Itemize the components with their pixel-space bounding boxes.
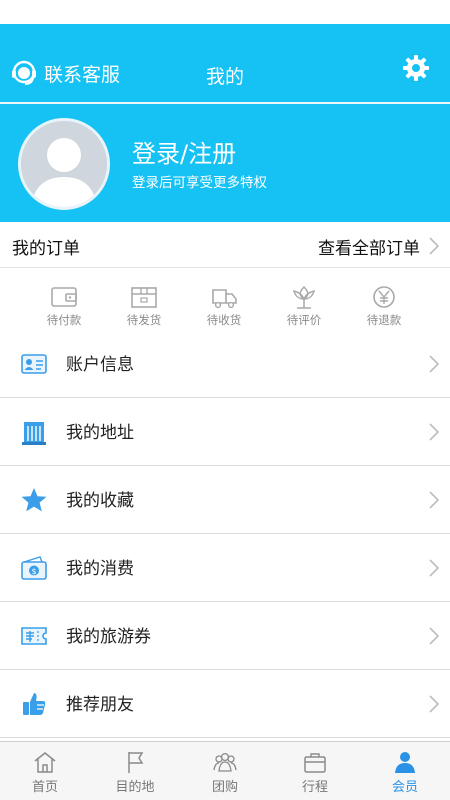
avatar[interactable]: [18, 118, 110, 210]
status-bar: [0, 0, 450, 24]
person-icon: [395, 752, 415, 773]
app-header: 联系客服 我的: [0, 24, 450, 102]
menu-item-account-info[interactable]: 账户信息: [0, 330, 450, 398]
building-icon: [22, 422, 46, 445]
gear-icon[interactable]: [402, 54, 430, 82]
home-icon: [34, 752, 56, 773]
refund-icon: [373, 286, 395, 308]
status-pending-shipment[interactable]: 待发货: [104, 284, 184, 328]
menu-label: 我的旅游券: [66, 627, 151, 647]
bottom-tab-bar: 首页 目的地 团购 行程 会员: [0, 741, 450, 800]
my-orders-row[interactable]: 我的订单 查看全部订单: [0, 222, 450, 268]
chevron-right-icon: [429, 695, 440, 713]
thumbs-up-icon: [23, 693, 46, 715]
status-pending-receipt[interactable]: 待收货: [184, 284, 264, 328]
chevron-right-icon: [429, 355, 440, 373]
suitcase-icon: [304, 753, 326, 773]
tab-label: 团购: [211, 780, 238, 795]
status-label: 待发货: [126, 313, 162, 327]
star-icon: [21, 488, 47, 512]
tab-group-buy[interactable]: 团购: [180, 750, 270, 795]
status-label: 待评价: [286, 313, 322, 327]
login-register-link[interactable]: 登录/注册: [132, 134, 236, 169]
menu-item-travel-coupons[interactable]: 我的旅游券: [0, 602, 450, 670]
menu-item-my-address[interactable]: 我的地址: [0, 398, 450, 466]
order-status-row: 待付款 待发货 待收货 待评价 待退款: [0, 284, 450, 332]
flower-icon: [292, 285, 316, 309]
member-menu-list: 账户信息 我的地址 我的收藏 $ 我的消费 我的旅游券 推荐朋友: [0, 330, 450, 738]
chevron-right-icon: [429, 423, 440, 441]
status-pending-refund[interactable]: 待退款: [344, 284, 424, 328]
status-pending-review[interactable]: 待评价: [264, 284, 344, 328]
flag-icon: [128, 752, 144, 773]
tab-label: 行程: [301, 780, 328, 795]
coupon-icon: [21, 627, 47, 645]
chevron-right-icon: [429, 237, 440, 255]
tab-itinerary[interactable]: 行程: [270, 750, 360, 795]
menu-item-favorites[interactable]: 我的收藏: [0, 466, 450, 534]
profile-banner[interactable]: 登录/注册 登录后可享受更多特权: [0, 102, 450, 222]
menu-label: 我的消费: [66, 559, 134, 579]
status-label: 待付款: [46, 313, 82, 327]
group-icon: [213, 752, 237, 772]
tab-home[interactable]: 首页: [0, 750, 90, 795]
view-all-orders-link[interactable]: 查看全部订单: [318, 234, 420, 259]
chevron-right-icon: [429, 559, 440, 577]
wallet-icon: [51, 287, 77, 307]
chevron-right-icon: [429, 491, 440, 509]
menu-item-recommend-friends[interactable]: 推荐朋友: [0, 670, 450, 738]
default-avatar-icon: [21, 121, 107, 207]
status-label: 待退款: [366, 313, 402, 327]
chevron-right-icon: [429, 627, 440, 645]
tab-destination[interactable]: 目的地: [90, 750, 180, 795]
menu-item-my-spending[interactable]: $ 我的消费: [0, 534, 450, 602]
svg-text:$: $: [31, 567, 36, 576]
menu-label: 推荐朋友: [66, 695, 134, 715]
tab-label: 会员: [391, 780, 418, 795]
menu-label: 我的收藏: [66, 491, 134, 511]
status-label: 待收货: [206, 313, 242, 327]
tab-member[interactable]: 会员: [360, 750, 450, 795]
status-pending-payment[interactable]: 待付款: [24, 284, 104, 328]
money-icon: $: [21, 556, 47, 580]
my-orders-title: 我的订单: [12, 239, 80, 259]
tab-label: 首页: [31, 780, 58, 795]
tab-label: 目的地: [115, 780, 155, 795]
package-icon: [131, 287, 157, 308]
menu-label: 账户信息: [66, 355, 134, 375]
delivery-truck-icon: [212, 289, 237, 309]
id-card-icon: [21, 354, 47, 374]
page-title: 我的: [205, 66, 244, 88]
login-hint: 登录后可享受更多特权: [132, 175, 267, 191]
menu-label: 我的地址: [66, 423, 134, 443]
